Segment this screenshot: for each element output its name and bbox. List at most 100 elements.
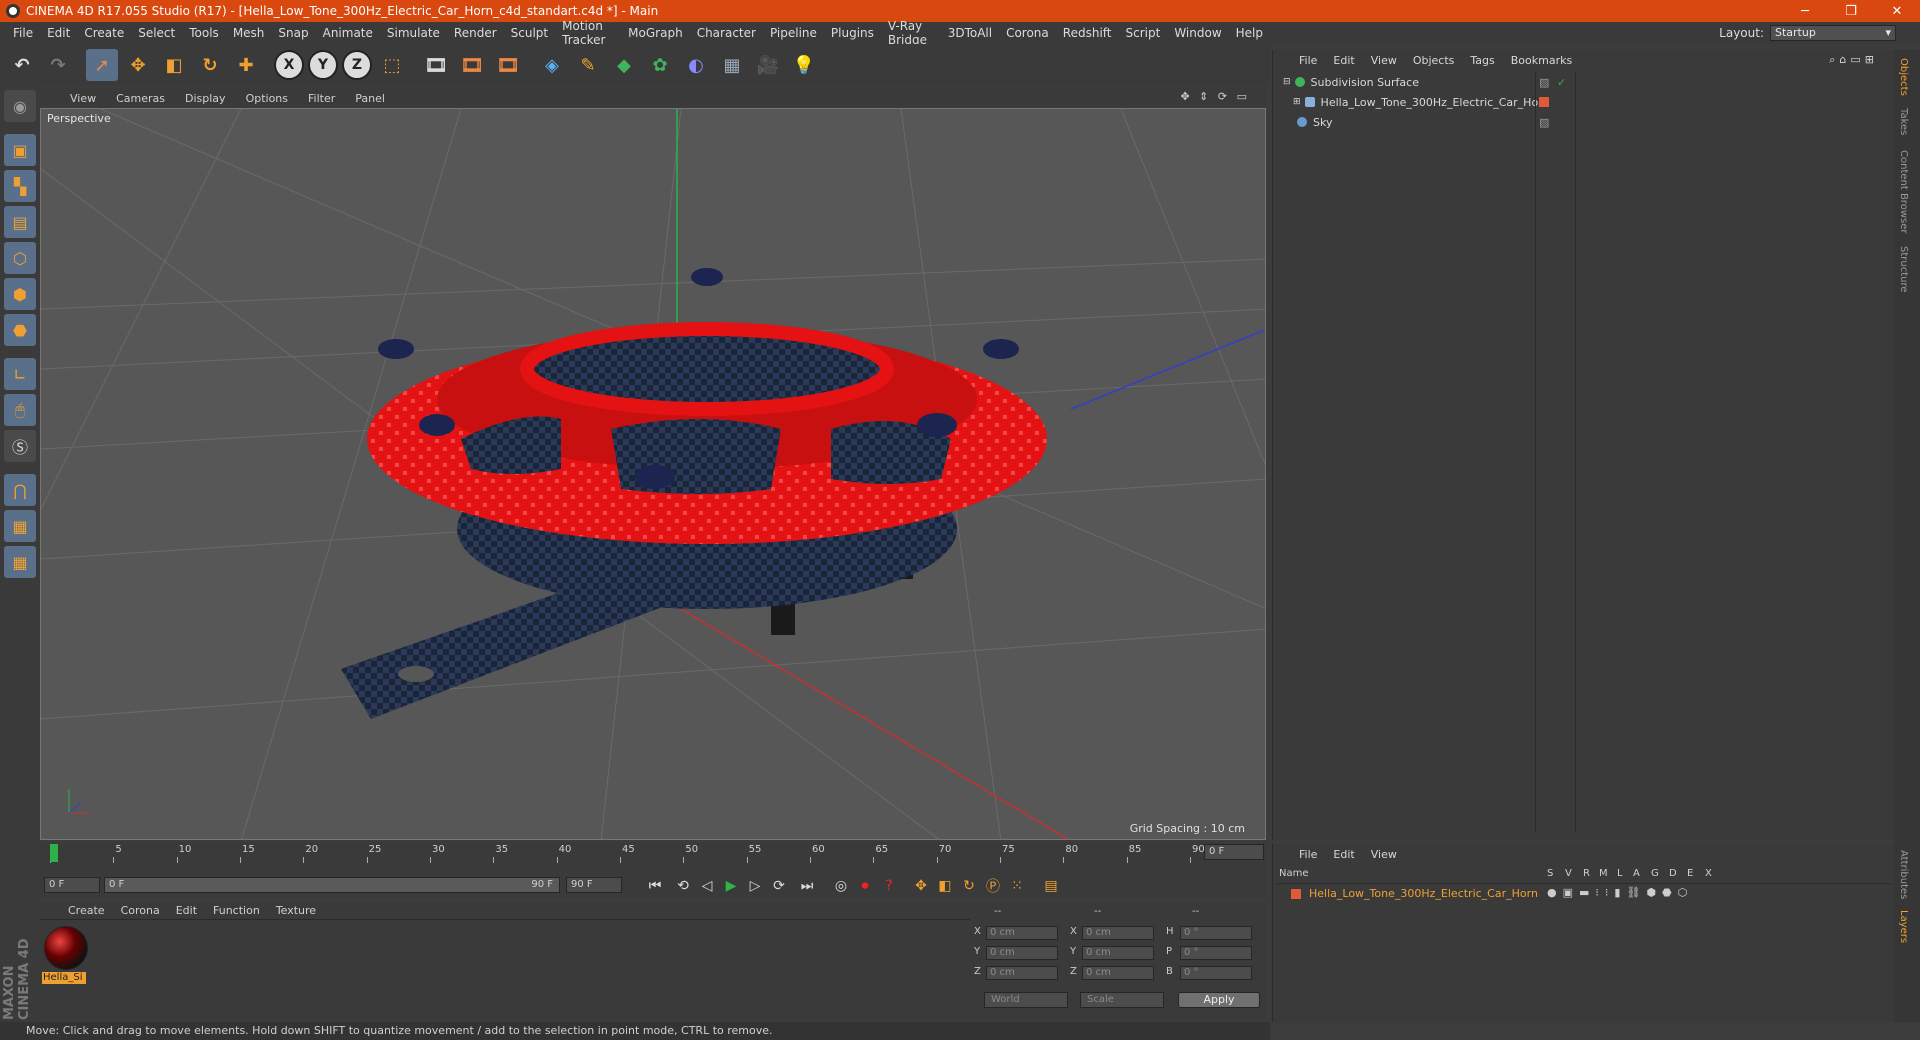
model-mode-icon[interactable]: ▣: [4, 134, 36, 166]
objects-menu-edit[interactable]: Edit: [1325, 54, 1362, 67]
viewport-menu-options[interactable]: Options: [236, 92, 298, 105]
texture-mode-icon[interactable]: ▚: [4, 170, 36, 202]
solo-mode-icon[interactable]: Ⓢ: [4, 430, 36, 462]
key-rotation-icon[interactable]: ↻: [958, 875, 980, 897]
rotation-b-field[interactable]: 0 °: [1180, 966, 1252, 980]
current-frame-field[interactable]: 0 F: [1204, 844, 1264, 860]
tab-content-browser[interactable]: Content Browser: [1898, 150, 1909, 233]
preview-range-slider[interactable]: 0 F 90 F: [104, 877, 560, 893]
edges-mode-icon[interactable]: ⬢: [4, 278, 36, 310]
rotate-tool-icon[interactable]: ↻: [194, 49, 226, 81]
layers-menu-edit[interactable]: Edit: [1325, 848, 1362, 861]
menu-tools[interactable]: Tools: [182, 26, 226, 40]
coordinate-system-icon[interactable]: ⬚: [376, 49, 408, 81]
material-menu-corona[interactable]: Corona: [113, 904, 168, 917]
layer-color-icon[interactable]: [1291, 889, 1301, 899]
menu-create[interactable]: Create: [77, 26, 131, 40]
layer-toggle-icon[interactable]: ▨: [1539, 116, 1549, 129]
viewport-navigation-icons[interactable]: ✥ ⇕ ⟳ ▭: [1170, 90, 1260, 103]
mograph-cloner-icon[interactable]: ✿: [644, 49, 676, 81]
key-scale-icon[interactable]: ◧: [934, 875, 956, 897]
layer-column-manager[interactable]: M: [1599, 868, 1608, 879]
menu-select[interactable]: Select: [131, 26, 182, 40]
rotation-p-field[interactable]: 0 °: [1180, 946, 1252, 960]
close-button[interactable]: ✕: [1874, 0, 1920, 22]
record-keys-icon[interactable]: ◎: [830, 875, 852, 897]
viewport-menu-cameras[interactable]: Cameras: [106, 92, 175, 105]
material-menu-texture[interactable]: Texture: [268, 904, 324, 917]
step-forward-icon[interactable]: ▷: [744, 875, 766, 897]
key-parameter-icon[interactable]: Ⓟ: [982, 875, 1004, 897]
make-editable-icon[interactable]: ◉: [4, 90, 36, 122]
layer-toggle-icons[interactable]: ●▣▬⁝⁝▮⛓⬢⬣⬡: [1547, 886, 1693, 899]
layer-column-view[interactable]: V: [1565, 868, 1572, 879]
key-pla-icon[interactable]: ⁙: [1006, 875, 1028, 897]
object-manager-search-home-icons[interactable]: ⌕⌂▭⊞: [1821, 53, 1886, 67]
enabled-check-icon[interactable]: ✓: [1557, 76, 1566, 89]
floor-scene-icon[interactable]: ▦: [716, 49, 748, 81]
viewport-menu-panel[interactable]: Panel: [345, 92, 395, 105]
tab-layers[interactable]: Layers: [1898, 910, 1909, 943]
keyframe-selection-icon[interactable]: ?: [878, 875, 900, 897]
material-swatch[interactable]: [44, 926, 88, 970]
start-frame-field[interactable]: 0 F: [44, 877, 100, 893]
axis-mode-icon[interactable]: ∟: [4, 358, 36, 390]
workplane-lock-icon[interactable]: ▦: [4, 510, 36, 542]
points-mode-icon[interactable]: ⬡: [4, 242, 36, 274]
menu-script[interactable]: Script: [1119, 26, 1168, 40]
goto-end-icon[interactable]: ⏭: [796, 875, 818, 897]
tab-structure[interactable]: Structure: [1898, 246, 1909, 293]
menu-render[interactable]: Render: [447, 26, 504, 40]
viewport-menu-display[interactable]: Display: [175, 92, 236, 105]
z-axis-lock-button[interactable]: Z: [342, 50, 372, 80]
timeline-ruler[interactable]: 051015202530354045505560657075808590: [50, 844, 1205, 863]
menu-simulate[interactable]: Simulate: [380, 26, 447, 40]
objects-menu-tags[interactable]: Tags: [1462, 54, 1502, 67]
quantize-icon[interactable]: ▦: [4, 546, 36, 578]
cube-primitive-icon[interactable]: ◈: [536, 49, 568, 81]
snapping-magnet-icon[interactable]: ⋂: [4, 474, 36, 506]
move-tool-icon[interactable]: ✥: [122, 49, 154, 81]
layers-menu-file[interactable]: File: [1291, 848, 1325, 861]
menu-sculpt[interactable]: Sculpt: [504, 26, 555, 40]
timeline-window-icon[interactable]: ▤: [1040, 875, 1062, 897]
layer-color-icon[interactable]: [1539, 97, 1549, 107]
layer-toggle-icon[interactable]: ▨: [1539, 76, 1549, 89]
select-pointer-icon[interactable]: ➚: [86, 49, 118, 81]
objects-menu-bookmarks[interactable]: Bookmarks: [1503, 54, 1580, 67]
workplane-mode-icon[interactable]: ▤: [4, 206, 36, 238]
objects-menu-view[interactable]: View: [1363, 54, 1405, 67]
menu-pipeline[interactable]: Pipeline: [763, 26, 824, 40]
layer-column-deformers[interactable]: D: [1669, 868, 1677, 879]
layer-name[interactable]: Hella_Low_Tone_300Hz_Electric_Car_Horn: [1309, 887, 1538, 900]
scale-tool-icon[interactable]: ◧: [158, 49, 190, 81]
collapse-icon[interactable]: ⊟: [1283, 77, 1291, 87]
menu-edit[interactable]: Edit: [40, 26, 77, 40]
apply-button[interactable]: Apply: [1178, 992, 1260, 1008]
layer-column-solo[interactable]: S: [1547, 868, 1553, 879]
camera-icon[interactable]: 🎥: [752, 49, 784, 81]
tab-attributes[interactable]: Attributes: [1898, 850, 1909, 899]
coordinate-system-select[interactable]: World: [984, 992, 1068, 1008]
undo-icon[interactable]: ↶: [6, 49, 38, 81]
material-menu-function[interactable]: Function: [205, 904, 268, 917]
subdivision-nurbs-icon[interactable]: ◆: [608, 49, 640, 81]
menu-motion-tracker[interactable]: Motion Tracker: [555, 19, 621, 47]
position-y-field[interactable]: 0 cm: [986, 946, 1058, 960]
layer-column-locked[interactable]: L: [1617, 868, 1623, 879]
layer-column-generators[interactable]: G: [1651, 868, 1659, 879]
edit-render-settings-icon[interactable]: 🎞: [492, 49, 524, 81]
size-y-field[interactable]: 0 cm: [1082, 946, 1154, 960]
menu-help[interactable]: Help: [1229, 26, 1270, 40]
menu-snap[interactable]: Snap: [271, 26, 315, 40]
menu-character[interactable]: Character: [690, 26, 763, 40]
tab-objects[interactable]: Objects: [1898, 58, 1909, 96]
position-z-field[interactable]: 0 cm: [986, 966, 1058, 980]
render-view-icon[interactable]: 🎞: [420, 49, 452, 81]
layer-column-name[interactable]: Name: [1279, 868, 1309, 879]
menu-mograph[interactable]: MoGraph: [621, 26, 690, 40]
size-z-field[interactable]: 0 cm: [1082, 966, 1154, 980]
tweak-mode-icon[interactable]: 🖱: [4, 394, 36, 426]
recent-tool-icon[interactable]: ✚: [230, 49, 262, 81]
layers-menu-view[interactable]: View: [1363, 848, 1405, 861]
